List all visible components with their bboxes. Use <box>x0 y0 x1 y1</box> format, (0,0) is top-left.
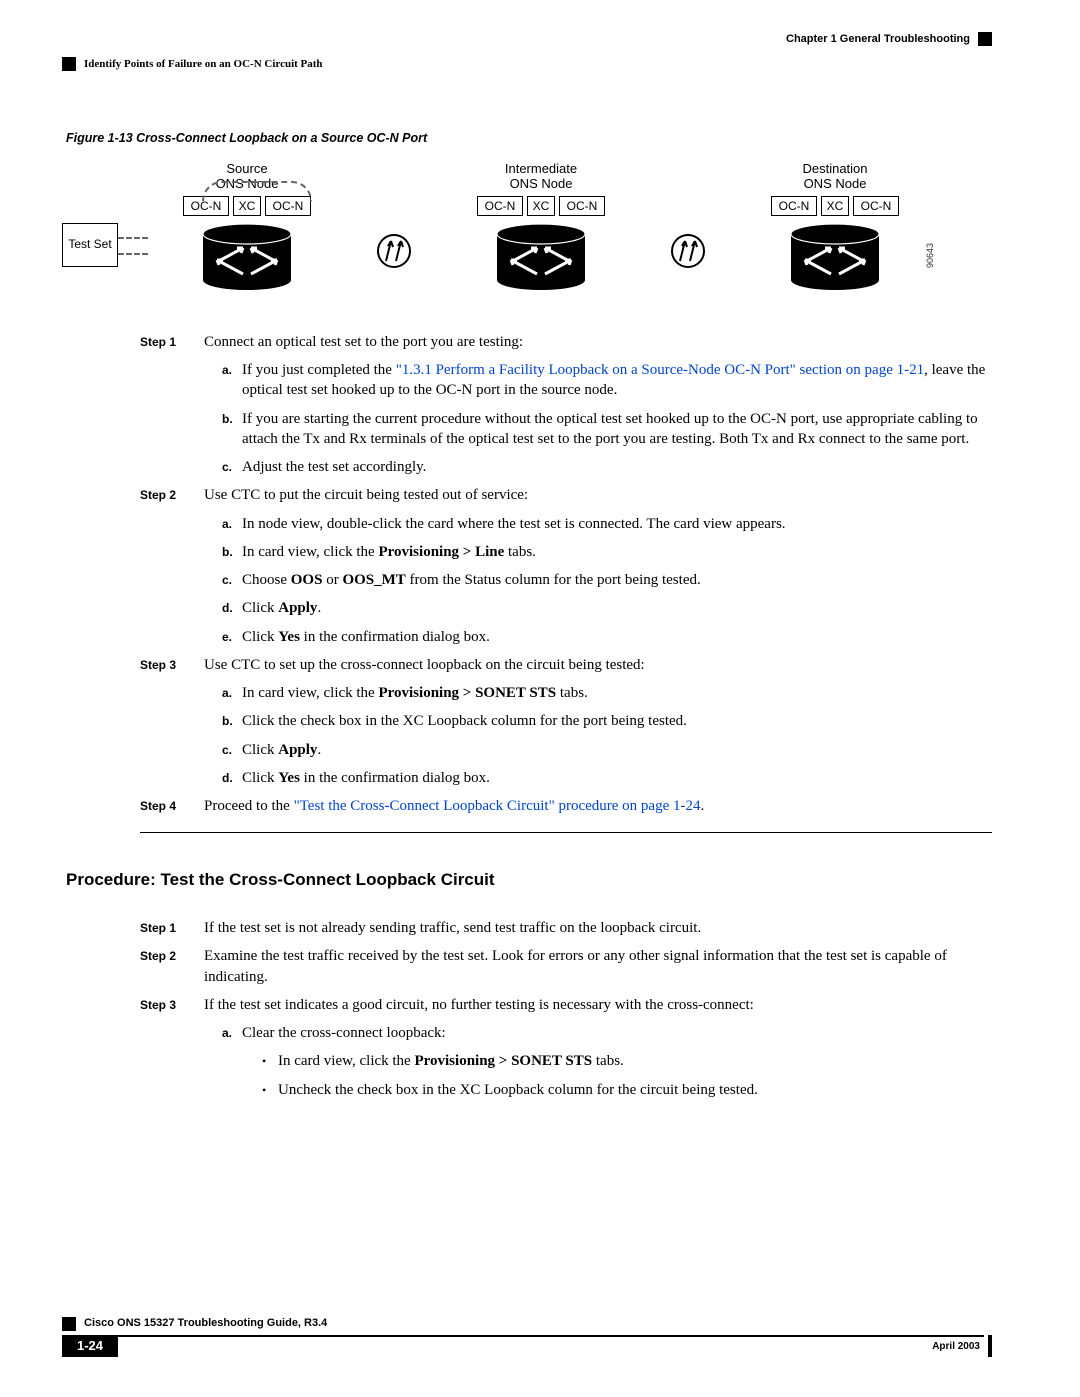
section-rule <box>140 832 992 833</box>
bullet-text: In card view, click the <box>278 1053 414 1069</box>
intermediate-node: Intermediate ONS Node OC-N XC OC-N <box>432 161 650 292</box>
ocn-cell: OC-N <box>853 196 899 216</box>
step-1: Step 1 If the test set is not already se… <box>140 918 992 938</box>
step-text: . <box>700 798 704 814</box>
ocn-cell: OC-N <box>477 196 523 216</box>
step-label: Step 2 <box>140 485 204 503</box>
button-name: Apply <box>278 600 317 616</box>
footer-end-icon <box>988 1335 992 1357</box>
footer-marker-icon <box>62 1317 76 1331</box>
figure-id: 90643 <box>924 243 936 268</box>
step-text: Proceed to the <box>204 798 294 814</box>
running-header: Chapter 1 General Troubleshooting <box>62 32 992 47</box>
step-text: Examine the test traffic received by the… <box>204 946 992 987</box>
substep-text: Click <box>242 629 278 645</box>
step-2: Step 2 Examine the test traffic received… <box>140 946 992 987</box>
page-footer: Cisco ONS 15327 Troubleshooting Guide, R… <box>62 1316 992 1357</box>
substep-text: Adjust the test set accordingly. <box>242 457 992 477</box>
router-icon <box>493 222 589 292</box>
steps-block-2: Step 1 If the test set is not already se… <box>140 918 992 1100</box>
step-text: If the test set is not already sending t… <box>204 918 992 938</box>
step-label: Step 1 <box>140 918 204 936</box>
step-label: Step 2 <box>140 946 204 964</box>
router-icon <box>199 222 295 292</box>
substep-text: in the confirmation dialog box. <box>300 770 490 786</box>
steps-block-1: Step 1 Connect an optical test set to th… <box>140 332 992 817</box>
procedure-heading: Procedure: Test the Cross-Connect Loopba… <box>66 869 992 892</box>
substep-text: tabs. <box>504 544 536 560</box>
xc-cell: XC <box>527 196 555 216</box>
substep-text: In card view, click the <box>242 685 378 701</box>
step-text: Use CTC to put the circuit being tested … <box>204 487 528 503</box>
xref-link[interactable]: "1.3.1 Perform a Facility Loopback on a … <box>396 362 924 378</box>
substep-text: In card view, click the <box>242 544 378 560</box>
ocn-cell: OC-N <box>771 196 817 216</box>
substep-text: If you just completed the <box>242 362 396 378</box>
step-1: Step 1 Connect an optical test set to th… <box>140 332 992 478</box>
xc-cell: XC <box>821 196 849 216</box>
step-text: Connect an optical test set to the port … <box>204 334 523 350</box>
substep-text: Click <box>242 770 278 786</box>
step-3: Step 3 Use CTC to set up the cross-conne… <box>140 655 992 788</box>
step-text: Use CTC to set up the cross-connect loop… <box>204 657 645 673</box>
amplifier-icon <box>376 233 412 269</box>
step-4: Step 4 Proceed to the "Test the Cross-Co… <box>140 796 992 816</box>
substep-text: If you are starting the current procedur… <box>242 409 992 450</box>
amplifier-icon <box>670 233 706 269</box>
substep-text: Click the check box in the XC Loopback c… <box>242 711 992 731</box>
button-name: Yes <box>278 770 300 786</box>
intermediate-node-title: Intermediate ONS Node <box>432 161 650 192</box>
substep-text: in the confirmation dialog box. <box>300 629 490 645</box>
destination-node-title: Destination ONS Node <box>726 161 944 192</box>
bullet-text: Uncheck the check box in the XC Loopback… <box>278 1080 758 1100</box>
substep-text: Clear the cross-connect loopback: <box>242 1025 446 1041</box>
button-name: Yes <box>278 629 300 645</box>
chapter-label: Chapter 1 General Troubleshooting <box>786 32 992 47</box>
substep-text: tabs. <box>556 685 588 701</box>
option-value: OOS <box>291 572 323 588</box>
step-label: Step 1 <box>140 332 204 350</box>
xref-link[interactable]: "Test the Cross-Connect Loopback Circuit… <box>294 798 701 814</box>
figure-caption: Figure 1-13 Cross-Connect Loopback on a … <box>66 130 992 147</box>
destination-node: Destination ONS Node OC-N XC OC-N <box>726 161 944 292</box>
footer-date: April 2003 <box>932 1340 980 1354</box>
option-value: OOS_MT <box>342 572 405 588</box>
substep-text: Click <box>242 600 278 616</box>
ui-path: Provisioning > Line <box>378 544 504 560</box>
ui-path: Provisioning > SONET STS <box>414 1053 592 1069</box>
step-label: Step 3 <box>140 655 204 673</box>
substep-text: . <box>317 600 321 616</box>
figure-1-13: Test Set Source ONS Node OC-N XC OC-N <box>62 161 932 292</box>
step-label: Step 4 <box>140 796 204 814</box>
page-number: 1-24 <box>62 1335 118 1357</box>
test-set-box: Test Set <box>62 223 118 267</box>
substep-text: from the Status column for the port bein… <box>406 572 701 588</box>
ui-path: Provisioning > SONET STS <box>378 685 556 701</box>
step-2: Step 2 Use CTC to put the circuit being … <box>140 485 992 647</box>
button-name: Apply <box>278 742 317 758</box>
step-text: If the test set indicates a good circuit… <box>204 997 754 1013</box>
step-label: Step 3 <box>140 995 204 1013</box>
router-icon <box>787 222 883 292</box>
book-title: Cisco ONS 15327 Troubleshooting Guide, R… <box>84 1316 327 1331</box>
substep-text: In node view, double-click the card wher… <box>242 514 992 534</box>
step-3: Step 3 If the test set indicates a good … <box>140 995 992 1100</box>
substep-text: or <box>322 572 342 588</box>
ocn-cell: OC-N <box>559 196 605 216</box>
substep-text: Choose <box>242 572 291 588</box>
substep-text: . <box>317 742 321 758</box>
substep-text: Click <box>242 742 278 758</box>
bullet-text: tabs. <box>592 1053 624 1069</box>
section-label: Identify Points of Failure on an OC-N Ci… <box>62 57 992 72</box>
